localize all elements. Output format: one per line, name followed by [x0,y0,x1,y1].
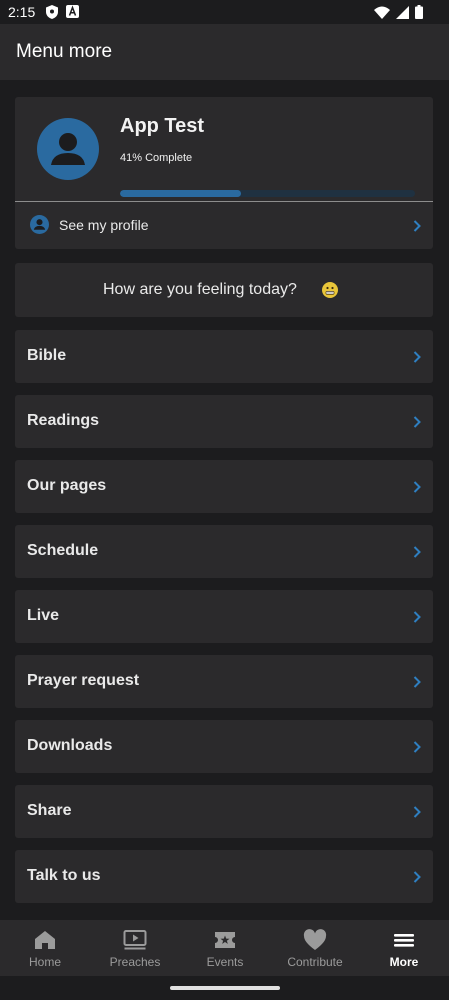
menu-item-label: Talk to us [27,867,101,884]
menu-item-label: Live [27,607,60,624]
menu-item-schedule[interactable]: Schedule [15,525,433,578]
menu-bars-icon [394,934,414,947]
home-gesture-pill[interactable] [170,986,280,990]
heart-icon [303,929,327,950]
gesture-area [0,976,449,1000]
chevron-right-icon [413,741,421,753]
chevron-right-icon [413,871,421,883]
status-notification-icons [46,5,79,19]
chevron-right-icon [413,351,421,363]
menu-item-label: Downloads [27,737,113,754]
menu-item-label: Prayer request [27,672,140,689]
shield-icon [46,5,58,19]
menu-item-label: Schedule [27,542,99,559]
chevron-right-icon [413,481,421,493]
battery-icon [415,5,423,19]
chevron-right-icon [413,611,421,623]
chevron-right-icon [413,806,421,818]
nav-label: Home [28,955,61,969]
see-profile-row[interactable]: See my profile [15,202,433,249]
ticket-star-icon [215,932,235,948]
chevron-right-icon [413,220,421,232]
menu-item-label: Bible [27,347,67,364]
nav-item-events[interactable]: Events [180,920,270,976]
status-bar: 2:15 [0,0,449,24]
menu-item-live[interactable]: Live [15,590,433,643]
menu-item-bible[interactable]: Bible [15,330,433,383]
menu-item-readings[interactable]: Readings [15,395,433,448]
font-notification-icon [66,5,79,18]
chevron-right-icon [413,676,421,688]
menu-item-label: Share [27,802,72,819]
nav-item-contribute[interactable]: Contribute [270,920,360,976]
home-icon [35,931,55,949]
nav-label: More [389,955,419,969]
chevron-right-icon [413,546,421,558]
video-play-icon [123,930,147,950]
page-title: Menu more [16,41,113,62]
menu-item-our-pages[interactable]: Our pages [15,460,433,513]
see-profile-label: See my profile [59,217,149,233]
menu-content[interactable]: App Test 41% Complete See my profile How… [0,80,449,920]
app-bar: Menu more [0,24,449,80]
nav-label: Events [206,955,244,969]
profile-progress-bar [120,190,415,197]
nav-item-home[interactable]: Home [0,920,90,976]
avatar-icon[interactable] [37,118,99,180]
feeling-prompt[interactable]: How are you feeling today? [15,263,433,317]
profile-card: App Test 41% Complete See my profile [15,97,433,249]
wifi-icon [374,6,390,19]
profile-name: App Test [120,115,205,137]
grimacing-face-icon [322,282,338,298]
menu-item-label: Readings [27,412,100,429]
menu-item-share[interactable]: Share [15,785,433,838]
feeling-label: How are you feeling today? [103,281,297,298]
nav-item-preaches[interactable]: Preaches [90,920,180,976]
profile-completion-text: 41% Complete [120,152,193,164]
user-circle-icon [30,215,49,234]
menu-item-prayer-request[interactable]: Prayer request [15,655,433,708]
status-time: 2:15 [8,4,36,20]
nav-label: Preaches [109,955,161,969]
profile-progress-fill [120,190,241,197]
chevron-right-icon [413,416,421,428]
bottom-navigation: Home Preaches Events Contribute More [0,920,449,976]
menu-item-talk-to-us[interactable]: Talk to us [15,850,433,903]
nav-label: Contribute [287,955,343,969]
signal-icon [396,5,409,19]
menu-item-label: Our pages [27,477,107,494]
menu-item-downloads[interactable]: Downloads [15,720,433,773]
nav-item-more[interactable]: More [359,920,449,976]
status-system-icons [374,5,423,19]
